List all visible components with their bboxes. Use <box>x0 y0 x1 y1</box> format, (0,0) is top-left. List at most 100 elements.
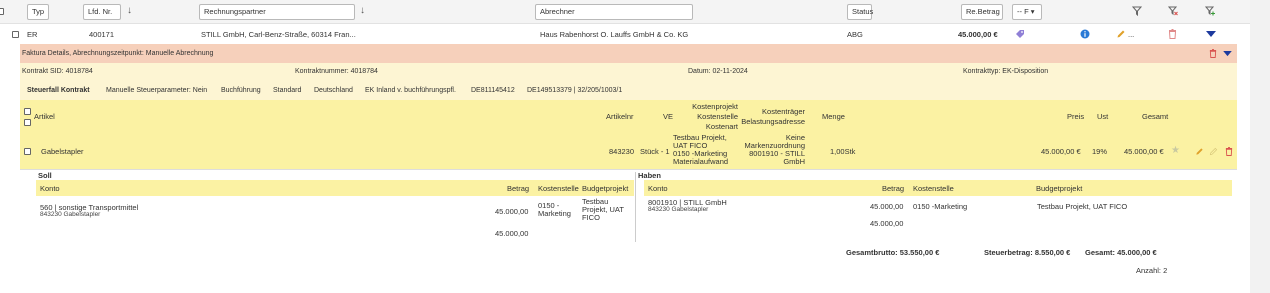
article-row-checkbox[interactable] <box>24 148 31 155</box>
info-icon[interactable] <box>1080 29 1090 39</box>
haben-konto-sub: 843230 Gabelstapler <box>648 206 709 213</box>
col-ve: VE <box>663 112 674 121</box>
anzahl: Anzahl: 2 <box>1136 266 1168 275</box>
status-filter[interactable]: Status <box>847 4 873 20</box>
haben-col-konto: Konto <box>648 184 668 193</box>
col-gesamt: Gesamt <box>1142 112 1169 121</box>
more-text[interactable]: ... <box>1128 30 1134 39</box>
ust-id: DE811145412 <box>471 87 515 94</box>
edit-icon[interactable] <box>1116 29 1126 39</box>
haben-betrag: 45.000,00 <box>870 202 904 211</box>
status-select[interactable]: -- F ▾ <box>1012 4 1042 20</box>
haben-title: Haben <box>638 171 661 180</box>
steuerfall-label: Steuerfall Kontrakt <box>27 87 90 94</box>
article-table-header: Artikel Artikelnr VE Kostenprojekt Koste… <box>20 100 1237 133</box>
steuerparameter: Manuelle Steuerparameter: Nein <box>106 87 208 94</box>
re-betrag-filter[interactable]: Re.Betrag <box>961 4 1003 20</box>
row-betrag: 45.000,00 € <box>958 30 998 39</box>
article-traeger-4: GmbH <box>783 157 805 166</box>
row-status: ABG <box>847 30 863 39</box>
sort-arrow-icon[interactable]: ↓ <box>360 5 365 16</box>
col-kostenprojekt: Kostenprojekt <box>692 102 738 111</box>
haben-col-betrag: Betrag <box>882 184 905 193</box>
soll-title: Soll <box>38 171 52 180</box>
row-typ: ER <box>27 30 38 39</box>
filter-add-icon[interactable] <box>1205 6 1215 16</box>
soll-col-betrag: Betrag <box>507 184 530 193</box>
total-steuer: Steuerbetrag: 8.550,00 € <box>984 248 1071 257</box>
chevron-down-icon: ▾ <box>1028 7 1035 16</box>
article-preis: 45.000,00 € <box>1041 147 1081 156</box>
status-select-value: -- F <box>1017 7 1029 16</box>
col-ust: Ust <box>1097 112 1109 121</box>
col-belastungsadresse: Belastungsadresse <box>741 117 805 126</box>
total-gesamt: Gesamt: 45.000,00 € <box>1085 248 1157 257</box>
rechnungspartner-filter[interactable]: Rechnungspartner <box>199 4 355 20</box>
delete-icon[interactable] <box>1225 147 1233 156</box>
detail-header-bar: Faktura Details, Abrechnungszeitpunkt: M… <box>20 44 1237 63</box>
invoice-row[interactable]: ER 400171 STILL GmbH, Carl-Benz-Straße, … <box>0 24 1250 44</box>
contract-info-row: Kontrakt SID: 4018784 Kontraktnummer: 40… <box>20 63 1237 81</box>
haben-kostenstelle: 0150 -Marketing <box>913 202 968 211</box>
datum: Datum: 02-11-2024 <box>688 68 748 75</box>
soll-summe: 45.000,00 <box>495 229 529 238</box>
col-preis: Preis <box>1067 112 1085 121</box>
star-icon[interactable]: ★ <box>1171 145 1180 156</box>
col-artikelnr: Artikelnr <box>606 112 634 121</box>
article-number: 843230 <box>609 147 635 156</box>
row-checkbox[interactable] <box>12 31 19 38</box>
col-menge: Menge <box>822 112 845 121</box>
expand-chevron-icon[interactable] <box>1206 31 1216 38</box>
filter-icon[interactable] <box>1132 6 1142 16</box>
select-all-checkbox[interactable] <box>0 8 4 15</box>
kontrakt-sid: Kontrakt SID: 4018784 <box>22 68 93 75</box>
soll-betrag: 45.000,00 <box>495 207 529 216</box>
soll-col-kostenstelle: Kostenstelle <box>538 184 579 193</box>
col-artikel: Artikel <box>34 112 55 121</box>
typ-filter[interactable]: Typ <box>27 4 49 20</box>
collapse-chevron-icon[interactable] <box>1223 51 1232 57</box>
soll-col-konto: Konto <box>40 184 60 193</box>
col-kostenstelle: Kostenstelle <box>697 112 738 121</box>
article-ust: 19% <box>1092 147 1108 156</box>
filter-header-row: Typ Lfd. Nr. ↓ Rechnungspartner ↓ Abrech… <box>0 0 1250 24</box>
col-kostenart: Kostenart <box>705 122 738 131</box>
detail-header-text: Faktura Details, Abrechnungszeitpunkt: M… <box>22 50 214 57</box>
lfd-nr-filter[interactable]: Lfd. Nr. <box>83 4 121 20</box>
soll-konto-sub: 843230 Gabelstapler <box>40 211 101 218</box>
buchfuehrung: Buchführung <box>221 87 261 94</box>
tag-icon[interactable] <box>1015 29 1025 39</box>
filter-remove-icon[interactable] <box>1168 6 1178 16</box>
row-abrechner: Haus Rabenhorst O. Lauffs GmbH & Co. KG <box>540 30 689 39</box>
standard: Standard <box>273 87 302 94</box>
article-gesamt: 45.000,00 € <box>1124 147 1164 156</box>
soll-table-header: Konto Betrag Kostenstelle Budgetprojekt <box>36 180 634 196</box>
article-select-checkbox[interactable] <box>24 119 31 126</box>
edit-disabled-icon[interactable] <box>1209 147 1218 156</box>
haben-col-budgetprojekt: Budgetprojekt <box>1036 184 1083 193</box>
article-name: Gabelstapler <box>41 147 84 156</box>
article-ve: Stück - 1 <box>640 147 670 156</box>
delete-icon[interactable] <box>1209 49 1217 58</box>
land: Deutschland <box>314 87 353 94</box>
edit-icon[interactable] <box>1195 147 1204 156</box>
kontrakttyp: Kontrakttyp: EK-Disposition <box>963 68 1049 75</box>
article-kosten-4: Materialaufwand <box>673 157 729 166</box>
kontraktnummer: Kontraktnummer: 4018784 <box>295 68 378 75</box>
haben-table-header: Konto Betrag Kostenstelle Budgetprojekt <box>644 180 1232 196</box>
ust-id-2: DE149513379 | 32/205/1003/1 <box>527 87 623 94</box>
delete-icon[interactable] <box>1168 29 1177 39</box>
sort-arrow-icon[interactable]: ↓ <box>127 5 132 16</box>
col-kostentraeger: Kostenträger <box>762 107 805 116</box>
article-row[interactable]: Gabelstapler 843230 Stück - 1 Testbau Pr… <box>20 133 1237 169</box>
article-select-all-checkbox[interactable] <box>24 108 31 115</box>
divider <box>20 169 1237 170</box>
haben-col-kostenstelle: Kostenstelle <box>913 184 954 193</box>
soll-budget-3: FICO <box>582 213 600 222</box>
row-lfd-nr: 400171 <box>89 30 115 39</box>
abrechner-filter[interactable]: Abrechner <box>535 4 693 20</box>
tax-info-row: Steuerfall Kontrakt Manuelle Steuerparam… <box>20 81 1237 100</box>
ek-inland: EK Inland v. buchführungspfl. <box>365 87 456 94</box>
total-brutto: Gesamtbrutto: 53.550,00 € <box>846 248 940 257</box>
haben-budgetprojekt: Testbau Projekt, UAT FICO <box>1037 202 1128 211</box>
